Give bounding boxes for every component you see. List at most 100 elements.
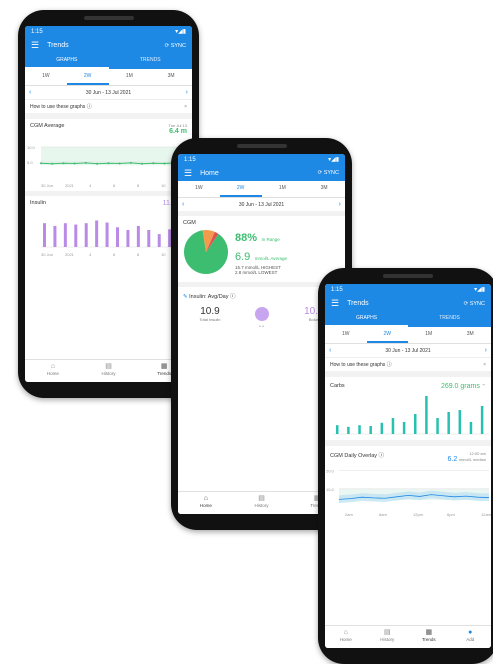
phone1-screen: 1:15 ▾◢▮ ☰ Trends ⟳ SYNC GRAPHS TRENDS 1W… — [25, 26, 192, 382]
range-1m[interactable]: 1M — [109, 69, 151, 85]
menu-icon[interactable]: ☰ — [184, 168, 192, 179]
nav-home[interactable]: ⌂ Home — [25, 360, 81, 382]
cgm-overlay-chart[interactable]: 20.0 10.0 2am 6am 12pm 6pm 12am — [325, 463, 491, 519]
page-title: Home — [200, 169, 219, 177]
carbs-bar — [347, 426, 350, 434]
x-tick-label: 12am — [481, 512, 491, 517]
x-tick-label: 10 — [161, 183, 166, 188]
menu-icon[interactable]: ☰ — [31, 40, 39, 51]
insulin-bar — [147, 230, 151, 247]
cgm-summary[interactable]: 88% In Range 6.9 mmol/L Average 15.7 mmo… — [178, 226, 345, 282]
sync-label: SYNC — [469, 300, 485, 307]
in-range-label: In Range — [261, 237, 280, 243]
overlay-label: CGM Daily Overlay — [330, 453, 378, 459]
history-icon: ▤ — [105, 363, 112, 370]
range-2w[interactable]: 2W — [219, 181, 262, 197]
close-icon[interactable]: × — [483, 362, 486, 368]
menu-icon[interactable]: ☰ — [331, 298, 339, 309]
range-1w[interactable]: 1W — [178, 181, 220, 197]
total-insulin-value: 10.9 — [200, 306, 220, 317]
nav-history-label: History — [101, 371, 116, 376]
next-range-icon[interactable]: › — [485, 347, 487, 354]
next-range-icon[interactable]: › — [339, 201, 341, 208]
status-icons: ▾◢▮ — [328, 157, 339, 163]
nav-home[interactable]: ⌂ Home — [178, 492, 234, 514]
carbs-bar — [336, 425, 339, 434]
nav-home-label: Home — [46, 371, 59, 376]
x-tick-label: 6 — [113, 183, 116, 188]
trends-icon: ▦ — [425, 629, 433, 636]
insulin-bar — [43, 223, 46, 247]
tab-trends[interactable]: TRENDS — [408, 312, 491, 327]
x-tick-label: 8 — [137, 252, 140, 257]
cgm-range-pie — [184, 230, 228, 274]
range-1m[interactable]: 1M — [408, 327, 450, 343]
date-selector: ‹ 30 Jun - 13 Jul 2021 › — [178, 198, 345, 216]
carbs-chart[interactable] — [325, 390, 491, 440]
tab-graphs[interactable]: GRAPHS — [325, 312, 408, 327]
history-icon: ▤ — [383, 629, 391, 636]
average-value: 6.9 — [235, 250, 251, 263]
nav-history[interactable]: ▤ History — [81, 360, 137, 382]
prev-range-icon[interactable]: ‹ — [182, 201, 184, 208]
insulin-chart[interactable]: 30 Jun 2021 4 6 8 10 — [25, 207, 192, 259]
range-1m[interactable]: 1M — [262, 181, 304, 197]
how-to-banner[interactable]: How to use these graphs ⓘ × — [325, 358, 491, 377]
nav-history-label: History — [380, 637, 395, 642]
insulin-bar — [84, 223, 88, 247]
status-time: 1:15 — [184, 156, 196, 163]
close-icon[interactable]: × — [184, 104, 187, 110]
insulin-card-header: Insulin 11.1 uni — [25, 196, 192, 207]
cgm-card-header: CGM Average Tue Jul 13 6.4 m — [25, 119, 192, 135]
view-tabs: GRAPHS TRENDS — [25, 54, 192, 69]
bottom-nav: ⌂Home ▤History ▦Trends — [25, 359, 192, 382]
range-2w[interactable]: 2W — [66, 69, 109, 85]
status-time: 1:15 — [331, 286, 343, 293]
cgm-stats: 88% In Range 6.9 mmol/L Average 15.7 mmo… — [235, 228, 287, 275]
cgm-point — [40, 162, 42, 165]
range-3m[interactable]: 3M — [303, 181, 345, 197]
tab-graphs[interactable]: GRAPHS — [25, 54, 109, 69]
insulin-dot — [255, 307, 270, 321]
status-bar: 1:15 ▾◢▮ — [178, 154, 345, 165]
nav-home[interactable]: ⌂ Home — [325, 626, 367, 648]
x-tick-label: 4 — [89, 183, 92, 188]
nav-history[interactable]: ▤ History — [234, 492, 290, 514]
sync-button[interactable]: ⟳ SYNC — [464, 301, 485, 307]
date-range-label: 30 Jun - 13 Jul 2021 — [238, 201, 285, 208]
sync-button[interactable]: ⟳ SYNC — [318, 170, 339, 176]
how-to-label: How to use these graphs — [30, 104, 86, 110]
x-tick-label: 6am — [379, 512, 387, 517]
cgm-average-chart[interactable]: 10.0 5.0 30 Jun 2021 4 6 8 10 — [25, 135, 192, 191]
bottom-nav: ⌂ Home ▤ History ▦ Trends ● Add — [325, 625, 491, 648]
insulin-avg-label: Insulin: Avg/Day — [189, 294, 229, 300]
range-1w[interactable]: 1W — [325, 327, 367, 343]
insulin-label: Insulin — [30, 200, 46, 206]
nav-add[interactable]: ● Add — [450, 626, 492, 648]
app-bar: ☰ Trends ⟳ SYNC — [25, 37, 192, 54]
carbs-bar — [436, 418, 439, 434]
info-icon: ⓘ — [230, 294, 236, 300]
range-2w[interactable]: 2W — [366, 327, 408, 343]
next-range-icon[interactable]: › — [186, 89, 188, 96]
nav-trends[interactable]: ▦Trends — [408, 626, 450, 648]
nav-trends-label: Trends — [157, 371, 172, 376]
prev-range-icon[interactable]: ‹ — [329, 347, 331, 354]
chevron-up-icon[interactable]: ⌃ — [481, 384, 486, 390]
range-3m[interactable]: 3M — [150, 69, 192, 85]
insulin-bar — [116, 227, 119, 247]
cgm-point — [51, 162, 54, 165]
carbs-card-header: Carbs 269.0 grams ⌃ — [325, 377, 491, 390]
nav-history[interactable]: ▤ History — [367, 626, 409, 648]
nav-history-label: History — [254, 503, 269, 508]
cgm-point — [84, 161, 87, 164]
how-to-label: How to use these graphs — [330, 362, 386, 368]
tab-trends[interactable]: TRENDS — [109, 54, 193, 69]
range-1w[interactable]: 1W — [25, 69, 67, 85]
date-range-label: 30 Jun - 13 Jul 2021 — [385, 347, 431, 354]
sync-button[interactable]: ⟳ SYNC — [165, 43, 186, 49]
how-to-banner[interactable]: How to use these graphs ⓘ × — [25, 100, 192, 119]
prev-range-icon[interactable]: ‹ — [29, 89, 31, 96]
range-3m[interactable]: 3M — [450, 327, 492, 343]
x-tick-label: 30 Jun — [41, 183, 53, 188]
